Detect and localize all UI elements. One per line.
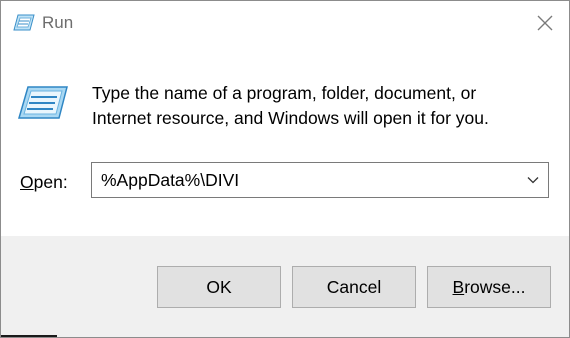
open-combobox[interactable]: [91, 162, 549, 198]
title-bar[interactable]: Run: [1, 1, 569, 45]
description-line-2: Internet resource, and Windows will open…: [92, 108, 489, 128]
browse-mnemonic: B: [452, 276, 465, 297]
dropdown-button[interactable]: [518, 163, 548, 197]
button-bar: OK Cancel Browse...: [1, 236, 569, 337]
open-label: Open:: [20, 171, 68, 193]
open-input[interactable]: [92, 163, 512, 197]
description-line-1: Type the name of a program, folder, docu…: [92, 83, 477, 103]
close-button[interactable]: [521, 1, 569, 45]
run-dialog: Run Type the name of a program, folder, …: [0, 0, 570, 338]
divider: [1, 335, 57, 337]
ok-button[interactable]: OK: [157, 266, 281, 308]
close-icon: [537, 15, 553, 31]
description-text: Type the name of a program, folder, docu…: [92, 81, 552, 131]
window-title: Run: [42, 13, 74, 32]
open-label-mnemonic: O: [20, 172, 34, 192]
browse-button[interactable]: Browse...: [427, 266, 551, 308]
cancel-button[interactable]: Cancel: [292, 266, 416, 308]
run-icon: [13, 14, 35, 32]
open-label-text: pen:: [33, 172, 68, 192]
chevron-down-icon: [527, 171, 539, 189]
run-program-icon: [18, 86, 68, 120]
browse-label: rowse...: [464, 276, 526, 297]
